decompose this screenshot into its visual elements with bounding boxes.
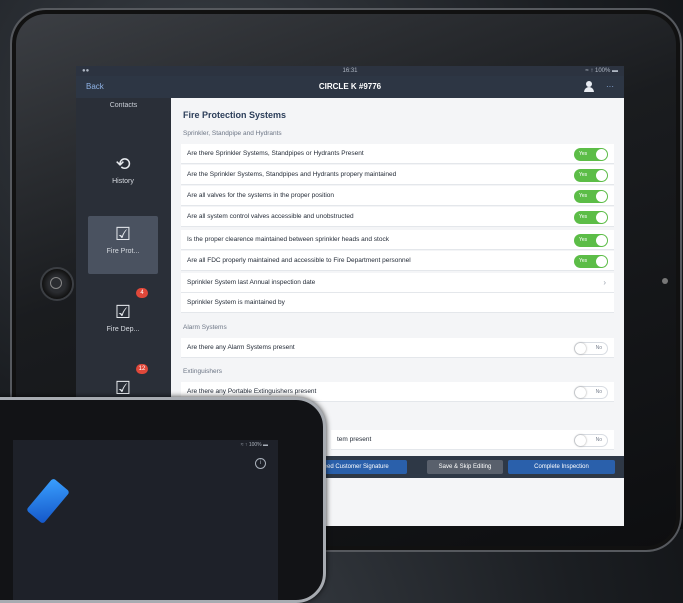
question-row: Is the proper clearence maintained betwe… (181, 230, 614, 250)
question-row: Are the Sprinkler Systems, Standpipes an… (181, 165, 614, 185)
checkbox-icon: ☑ (114, 378, 132, 398)
yes-no-toggle[interactable]: Yes (574, 211, 608, 224)
yes-no-toggle[interactable]: Yes (574, 234, 608, 247)
question-row: Are all FDC properly maintained and acce… (181, 251, 614, 271)
question-row: Are all system control valves accessible… (181, 207, 614, 227)
question-label: Sprinkler System is maintained by (187, 299, 285, 306)
sidebar-item-history[interactable]: ⟲ History (88, 146, 158, 204)
question-label: Are all system control valves accessible… (187, 213, 354, 220)
camera-dot (662, 278, 668, 284)
question-row: Are there any Alarm Systems present No (181, 338, 614, 358)
question-label: Are there Sprinkler Systems, Standpipes … (187, 150, 364, 157)
section-title: Fire Protection Systems (183, 110, 287, 120)
question-row[interactable]: Sprinkler System is maintained by (181, 293, 614, 313)
notification-badge: 12 (136, 364, 148, 374)
checkbox-icon: ☑ (114, 224, 132, 244)
sidebar-item-fire-protection[interactable]: ☑ Fire Prot... (88, 216, 158, 274)
sidebar-item-label: History (112, 178, 134, 185)
question-label: Are all valves for the systems in the pr… (187, 192, 335, 199)
toggle-value: Yes (579, 214, 588, 220)
sidebar-item-fire-department[interactable]: 4 ☑ Fire Dep... (88, 288, 158, 352)
toggle-value: Yes (579, 258, 588, 264)
phone-frame: ≈ ↑ 100% ▬ i (0, 397, 326, 603)
question-label: tem present (337, 436, 372, 443)
yes-no-toggle[interactable]: Yes (574, 169, 608, 182)
question-label: Are there any Portable Extinguishers pre… (187, 388, 317, 395)
question-label: Is the proper clearence maintained betwe… (187, 236, 389, 243)
question-row: tem present No (331, 430, 614, 450)
battery-indicator: ≈ ↑ 100% ▬ (585, 68, 618, 74)
nav-bar: Back CIRCLE K #9776 ··· (76, 76, 624, 98)
toggle-value: Yes (579, 237, 588, 243)
yes-no-toggle[interactable]: Yes (574, 190, 608, 203)
toggle-value: Yes (579, 193, 588, 199)
question-label: Sprinkler System last Annual inspection … (187, 279, 316, 286)
history-icon: ⟲ (115, 154, 131, 174)
question-label: Are the Sprinkler Systems, Standpipes an… (187, 171, 397, 178)
sidebar-item-contacts[interactable]: Contacts (76, 102, 171, 109)
yes-no-toggle[interactable]: No (574, 386, 608, 399)
checkbox-icon: ☑ (114, 302, 132, 322)
info-icon[interactable]: i (255, 458, 266, 469)
home-button[interactable] (40, 267, 74, 301)
question-row: Are all valves for the systems in the pr… (181, 186, 614, 206)
phone-status-bar: ≈ ↑ 100% ▬ (240, 442, 268, 448)
section-header: Sprinkler, Standpipe and Hydrants (183, 130, 282, 137)
question-row[interactable]: Sprinkler System last Annual inspection … (181, 273, 614, 293)
status-time: 16:31 (342, 68, 358, 74)
sidebar-item-label: Fire Prot... (106, 248, 140, 255)
sidebar-item-label: Fire Dep... (106, 326, 140, 333)
toggle-value: No (595, 345, 602, 351)
toggle-value: Yes (579, 151, 588, 157)
yes-no-toggle[interactable]: Yes (574, 148, 608, 161)
phone-screen: ≈ ↑ 100% ▬ i (13, 440, 278, 600)
status-bar: ●● 16:31 ≈ ↑ 100% ▬ (76, 66, 624, 76)
section-header: Alarm Systems (183, 324, 227, 331)
chevron-right-icon: › (603, 278, 606, 287)
toggle-value: No (595, 437, 602, 443)
yes-no-toggle[interactable]: No (574, 342, 608, 355)
yes-no-toggle[interactable]: No (574, 434, 608, 447)
question-label: Are all FDC properly maintained and acce… (187, 257, 411, 264)
yes-no-toggle[interactable]: Yes (574, 255, 608, 268)
toggle-value: No (595, 389, 602, 395)
page-title: CIRCLE K #9776 (318, 82, 382, 91)
question-label: Are there any Alarm Systems present (187, 344, 295, 351)
user-icon[interactable] (584, 81, 594, 93)
toggle-value: Yes (579, 172, 588, 178)
more-icon[interactable]: ··· (606, 76, 614, 98)
section-header: Extinguishers (183, 368, 223, 375)
question-row: Are there Sprinkler Systems, Standpipes … (181, 144, 614, 164)
save-skip-button[interactable]: Save & Skip Editing (427, 460, 503, 474)
notification-badge: 4 (136, 288, 148, 298)
app-logo (26, 477, 70, 525)
complete-inspection-button[interactable]: Complete Inspection (508, 460, 615, 474)
